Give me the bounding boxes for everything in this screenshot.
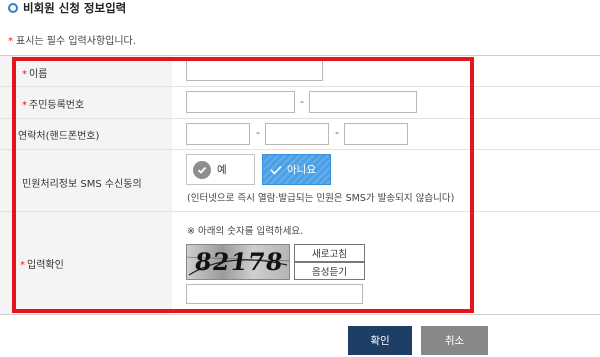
resident-number-label-text: 주민등록번호: [29, 100, 85, 111]
resident-number-label: * 주민등록번호: [22, 96, 84, 111]
phone-second-input[interactable]: [265, 123, 329, 145]
sms-consent-label-text: 민원처리정보 SMS 수신동의: [22, 179, 142, 190]
check-icon: [270, 165, 282, 175]
captcha-instruction: ※ 아래의 숫자를 입력하세요.: [187, 226, 304, 237]
required-star-icon: *: [20, 260, 25, 271]
required-star-icon: *: [22, 69, 27, 80]
phone-third-input[interactable]: [344, 123, 408, 145]
section-title: 비회원 신청 정보입력: [8, 1, 126, 15]
captcha-label: * 입력확인: [20, 256, 64, 271]
sms-no-option[interactable]: 아니요: [262, 154, 331, 185]
name-input[interactable]: [186, 59, 323, 81]
circle-bullet-icon: [8, 3, 18, 13]
required-note: * 표시는 필수 입력사항입니다.: [8, 32, 136, 47]
cancel-button[interactable]: 취소: [421, 326, 488, 355]
sms-yes-label: 예: [217, 164, 227, 176]
captcha-text: 82178: [192, 247, 286, 276]
name-label-text: 이름: [29, 69, 48, 80]
name-label: * 이름: [22, 65, 47, 80]
captcha-audio-button[interactable]: 음성듣기: [294, 262, 365, 280]
captcha-image: 82178: [186, 244, 290, 280]
required-note-text: 표시는 필수 입력사항입니다.: [16, 36, 136, 47]
phone-label: 연락처(핸드폰번호): [18, 127, 99, 142]
sms-consent-label: 민원처리정보 SMS 수신동의: [22, 175, 142, 190]
required-star-icon: *: [8, 36, 13, 47]
resident-number-first-input[interactable]: [186, 91, 295, 113]
captcha-label-text: 입력확인: [27, 260, 64, 271]
sms-no-label: 아니요: [287, 164, 316, 176]
row-divider: [0, 211, 600, 212]
dash-separator: -: [300, 95, 304, 108]
dash-separator: -: [335, 126, 339, 139]
dash-separator: -: [256, 126, 260, 139]
resident-number-second-input[interactable]: [309, 91, 417, 113]
sms-note: (인터넷으로 즉시 열람·발급되는 민원은 SMS가 발송되지 않습니다): [187, 193, 455, 204]
phone-first-input[interactable]: [186, 123, 250, 145]
confirm-button[interactable]: 확인: [348, 326, 412, 355]
required-star-icon: *: [22, 100, 27, 111]
captcha-refresh-button[interactable]: 새로고침: [294, 244, 365, 262]
row-divider: [0, 149, 600, 150]
check-icon: [193, 160, 211, 179]
form-bottom-border: [0, 314, 600, 315]
row-divider: [0, 118, 600, 119]
section-title-text: 비회원 신청 정보입력: [23, 1, 127, 15]
sms-yes-option[interactable]: 예: [186, 154, 255, 185]
row-divider: [0, 86, 600, 87]
phone-label-text: 연락처(핸드폰번호): [18, 131, 100, 142]
captcha-input[interactable]: [186, 284, 363, 304]
